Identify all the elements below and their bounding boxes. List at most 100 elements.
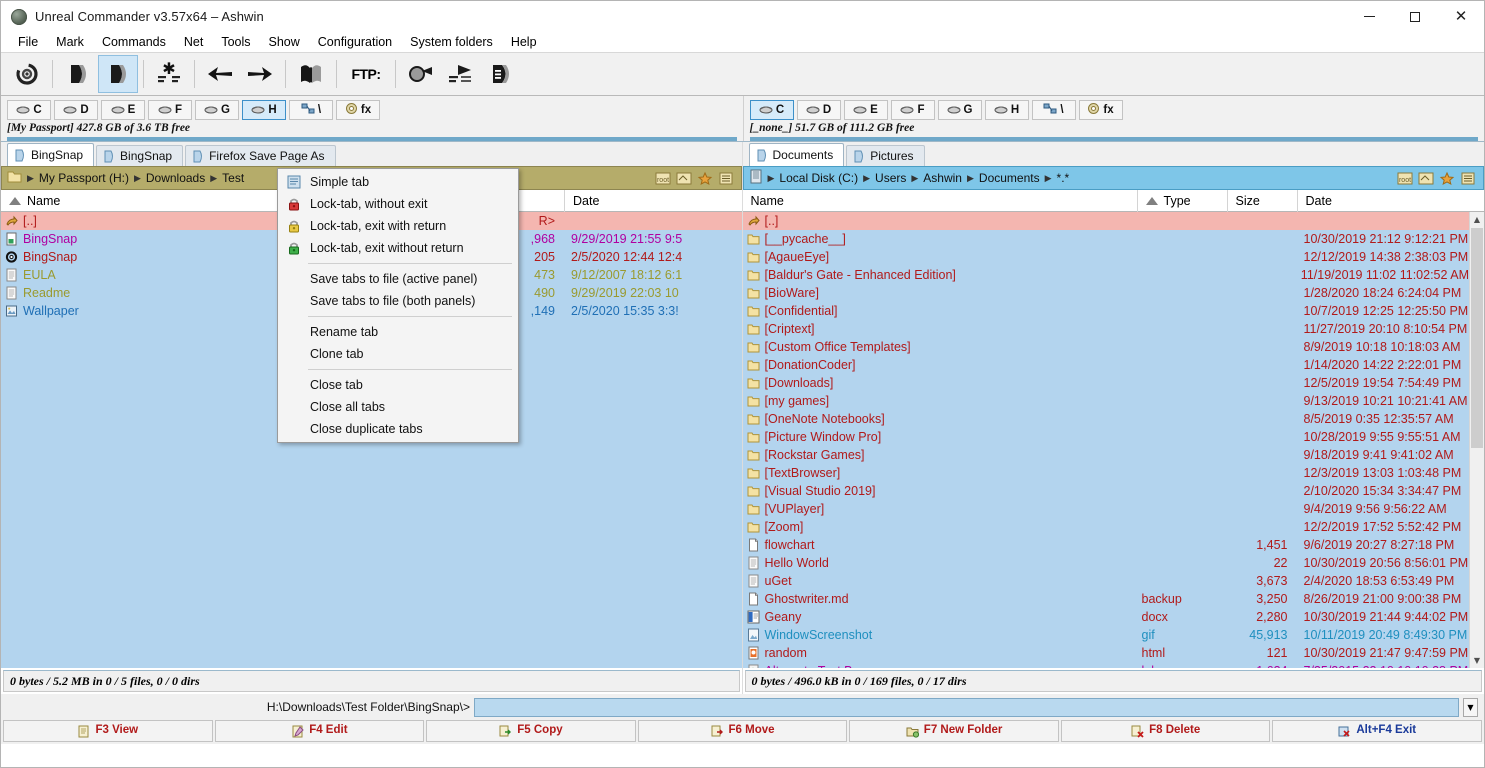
right-col-size[interactable]: Size — [1228, 190, 1298, 212]
command-history-dropdown[interactable]: ▼ — [1463, 698, 1478, 717]
context-menu-item-8[interactable]: Close tab — [278, 374, 518, 396]
right-file-row[interactable]: uGet3,6732/4/2020 18:53 6:53:49 PM — [743, 572, 1470, 590]
left-tab-2[interactable]: Firefox Save Page As — [185, 145, 335, 166]
drive-button-f[interactable]: F — [148, 100, 192, 120]
scroll-down-arrow-icon[interactable]: ▼ — [1470, 653, 1484, 668]
archive-icon[interactable] — [291, 55, 331, 93]
right-file-row[interactable]: [..] — [743, 212, 1470, 230]
right-file-row[interactable]: [Picture Window Pro]10/28/2019 9:55 9:55… — [743, 428, 1470, 446]
history-icon[interactable] — [1418, 171, 1434, 186]
right-file-row[interactable]: flowchart1,4519/6/2019 20:27 8:27:18 PM — [743, 536, 1470, 554]
f3-view-button[interactable]: F3 View — [3, 720, 213, 742]
right-file-row[interactable]: [Visual Studio 2019]2/10/2020 15:34 3:34… — [743, 482, 1470, 500]
panel-left-icon[interactable] — [58, 55, 98, 93]
minimize-button[interactable] — [1346, 1, 1392, 32]
right-path-bar[interactable]: ▶ Local Disk (C:) ▶ Users ▶ Ashwin ▶ Doc… — [743, 166, 1485, 190]
right-file-row[interactable]: [TextBrowser]12/3/2019 13:03 1:03:48 PM — [743, 464, 1470, 482]
left-crumb-0[interactable]: My Passport (H:) — [39, 171, 129, 185]
close-button[interactable]: ✕ — [1438, 1, 1484, 32]
right-file-row[interactable]: [Baldur's Gate - Enhanced Edition]11/19/… — [743, 266, 1470, 284]
right-file-row[interactable]: randomhtml12110/30/2019 21:47 9:47:59 PM — [743, 644, 1470, 662]
drive-button-g[interactable]: G — [195, 100, 239, 120]
drive-button-c-right[interactable]: C — [750, 100, 794, 120]
f8-delete-button[interactable]: F8 Delete — [1061, 720, 1271, 742]
menu-configuration[interactable]: Configuration — [309, 32, 401, 52]
scrollbar-thumb[interactable] — [1471, 228, 1483, 448]
drive-button-d[interactable]: D — [54, 100, 98, 120]
refresh-icon[interactable] — [7, 55, 47, 93]
context-menu-item-5[interactable]: Save tabs to file (both panels) — [278, 290, 518, 312]
right-file-row[interactable]: Geanydocx2,28010/30/2019 21:44 9:44:02 P… — [743, 608, 1470, 626]
context-menu-item-0[interactable]: Simple tab — [278, 171, 518, 193]
right-file-row[interactable]: [BioWare]1/28/2020 18:24 6:24:04 PM — [743, 284, 1470, 302]
drive-button-h-right[interactable]: H — [985, 100, 1029, 120]
forward-arrow-icon[interactable] — [240, 55, 280, 93]
right-file-row[interactable]: Hello World2210/30/2019 20:56 8:56:01 PM — [743, 554, 1470, 572]
list-icon[interactable] — [1460, 171, 1476, 186]
left-tab-0[interactable]: BingSnap — [7, 143, 94, 166]
context-menu-item-3[interactable]: Lock-tab, exit without return — [278, 237, 518, 259]
left-crumb-2[interactable]: Test — [222, 171, 244, 185]
properties-icon[interactable] — [481, 55, 521, 93]
context-menu-item-6[interactable]: Rename tab — [278, 321, 518, 343]
right-file-row[interactable]: [my games]9/13/2019 10:21 10:21:41 AM — [743, 392, 1470, 410]
menu-system-folders[interactable]: System folders — [401, 32, 502, 52]
context-menu-item-1[interactable]: Lock-tab, without exit — [278, 193, 518, 215]
right-file-row[interactable]: [DonationCoder]1/14/2020 14:22 2:22:01 P… — [743, 356, 1470, 374]
root-folder-icon[interactable]: root — [655, 171, 671, 186]
back-arrow-icon[interactable] — [200, 55, 240, 93]
right-file-row[interactable]: Ghostwriter.mdbackup3,2508/26/2019 21:00… — [743, 590, 1470, 608]
drive-button-d-right[interactable]: D — [797, 100, 841, 120]
command-input[interactable] — [474, 698, 1459, 717]
f4-edit-button[interactable]: F4 Edit — [215, 720, 425, 742]
favorites-icon[interactable] — [697, 171, 713, 186]
drive-button-c[interactable]: C — [7, 100, 51, 120]
search-icon[interactable] — [401, 55, 441, 93]
right-file-row[interactable]: [Rockstar Games]9/18/2019 9:41 9:41:02 A… — [743, 446, 1470, 464]
list-icon[interactable] — [718, 171, 734, 186]
fx-button[interactable]: fx — [336, 100, 380, 120]
f6-move-button[interactable]: F6 Move — [638, 720, 848, 742]
right-col-type[interactable]: Type — [1138, 190, 1228, 212]
right-col-date[interactable]: Date — [1298, 190, 1485, 212]
right-file-row[interactable]: [Downloads]12/5/2019 19:54 7:54:49 PM — [743, 374, 1470, 392]
root-folder-icon[interactable]: root — [1397, 171, 1413, 186]
left-crumb-1[interactable]: Downloads — [146, 171, 205, 185]
context-menu-item-10[interactable]: Close duplicate tabs — [278, 418, 518, 440]
favorites-icon[interactable] — [1439, 171, 1455, 186]
right-crumb-3[interactable]: Documents — [979, 171, 1040, 185]
right-file-row[interactable]: [Confidential]10/7/2019 12:25 12:25:50 P… — [743, 302, 1470, 320]
panel-right-icon[interactable] — [98, 55, 138, 93]
right-file-row[interactable]: Alternate Text Browserlnk1,6347/25/2015 … — [743, 662, 1470, 668]
right-crumb-0[interactable]: Local Disk (C:) — [779, 171, 858, 185]
right-file-row[interactable]: [Custom Office Templates]8/9/2019 10:18 … — [743, 338, 1470, 356]
drive-button-f-right[interactable]: F — [891, 100, 935, 120]
right-crumb-2[interactable]: Ashwin — [923, 171, 962, 185]
drive-button-e-right[interactable]: E — [844, 100, 888, 120]
drive-button-h[interactable]: H — [242, 100, 286, 120]
maximize-button[interactable] — [1392, 1, 1438, 32]
right-file-row[interactable]: [AgaueEye]12/12/2019 14:38 2:38:03 PM — [743, 248, 1470, 266]
right-col-name[interactable]: Name — [743, 190, 1138, 212]
right-crumb-1[interactable]: Users — [875, 171, 906, 185]
fx-button-right[interactable]: fx — [1079, 100, 1123, 120]
right-file-row[interactable]: [Criptext]11/27/2019 20:10 8:10:54 PM — [743, 320, 1470, 338]
context-menu-item-2[interactable]: Lock-tab, exit with return — [278, 215, 518, 237]
menu-net[interactable]: Net — [175, 32, 212, 52]
tab-context-menu[interactable]: Simple tabLock-tab, without exitLock-tab… — [277, 168, 519, 443]
right-file-row[interactable]: WindowScreenshotgif45,91310/11/2019 20:4… — [743, 626, 1470, 644]
menu-commands[interactable]: Commands — [93, 32, 175, 52]
right-crumb-4[interactable]: *.* — [1057, 171, 1070, 185]
ftp-icon[interactable]: FTP: — [342, 55, 390, 93]
network-drive-button[interactable]: \ — [289, 100, 333, 120]
altf4-exit-button[interactable]: Alt+F4 Exit — [1272, 720, 1482, 742]
drive-button-e[interactable]: E — [101, 100, 145, 120]
context-menu-item-9[interactable]: Close all tabs — [278, 396, 518, 418]
scroll-up-arrow-icon[interactable]: ▲ — [1470, 212, 1484, 227]
right-scrollbar[interactable]: ▲ ▼ — [1469, 212, 1484, 668]
right-tab-1[interactable]: Pictures — [846, 145, 924, 166]
f7-newfolder-button[interactable]: F7 New Folder — [849, 720, 1059, 742]
compare-icon[interactable] — [441, 55, 481, 93]
left-tab-1[interactable]: BingSnap — [96, 145, 183, 166]
right-file-list[interactable]: [..][__pycache__]10/30/2019 21:12 9:12:2… — [743, 212, 1485, 668]
